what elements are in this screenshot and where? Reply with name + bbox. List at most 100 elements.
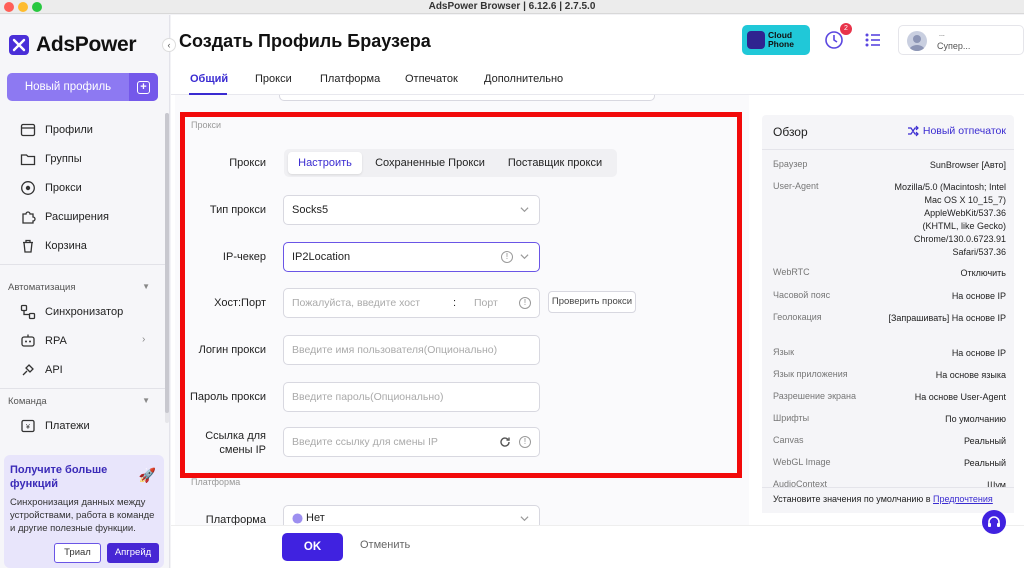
sidebar-item-label: Профили	[45, 124, 93, 136]
app-logo: AdsPower	[8, 33, 137, 57]
svg-text:¥: ¥	[26, 424, 30, 431]
ok-button[interactable]: OK	[282, 533, 343, 561]
logo-text: AdsPower	[36, 33, 137, 56]
proxy-login-input[interactable]: Введите имя пользователя(Опционально)	[283, 335, 540, 365]
new-profile-label: Новый профиль	[24, 81, 112, 93]
collapse-sidebar-button[interactable]: ‹	[162, 38, 176, 52]
info-icon[interactable]: !	[501, 251, 513, 263]
overview-value: На основе IP	[951, 291, 1006, 301]
overview-key: Шрифты	[773, 413, 810, 423]
overview-value: SunBrowser [Авто]	[929, 160, 1006, 170]
chevron-right-icon: ›	[142, 334, 146, 345]
cancel-button[interactable]: Отменить	[360, 539, 410, 551]
tab-advanced[interactable]: Дополнительно	[484, 73, 563, 85]
overview-value: Mozilla/5.0 (Macintosh; Intel Mac OS X 1…	[894, 182, 1006, 257]
puzzle-icon	[22, 211, 36, 224]
sidebar-item-synchronizer[interactable]: Синхронизатор	[20, 301, 123, 323]
upgrade-promo-card: Получите больше функций 🚀 Синхронизация …	[4, 455, 164, 568]
port-input[interactable]: Порт	[474, 297, 498, 309]
proxy-mode-provider[interactable]: Поставщик прокси	[496, 152, 614, 174]
proxy-password-input[interactable]: Введите пароль(Опционально)	[283, 382, 540, 412]
sidebar-item-label: Расширения	[45, 211, 109, 223]
user-avatar-icon	[909, 35, 925, 51]
sidebar-item-label: API	[45, 364, 63, 376]
sidebar-item-api[interactable]: API	[20, 359, 63, 381]
refresh-icon[interactable]	[499, 436, 511, 448]
sidebar-item-groups[interactable]: Группы	[20, 148, 82, 170]
new-profile-button[interactable]: Новый профиль +	[7, 73, 158, 101]
info-icon[interactable]: !	[519, 436, 531, 448]
ip-checker-value: IP2Location	[292, 251, 351, 263]
sidebar-item-label: Группы	[45, 153, 82, 165]
preferences-link[interactable]: Предпочтения	[933, 494, 993, 504]
rocket-icon: 🚀	[138, 467, 156, 483]
tab-proxy[interactable]: Прокси	[255, 73, 292, 85]
new-fingerprint-label: Новый отпечаток	[922, 125, 1006, 137]
tab-fingerprint[interactable]: Отпечаток	[405, 73, 458, 85]
tab-general[interactable]: Общий	[190, 73, 228, 85]
proxy-mode-configure[interactable]: Настроить	[288, 152, 362, 174]
ip-checker-select[interactable]: IP2Location !	[283, 242, 540, 272]
sidebar-item-rpa[interactable]: RPA	[20, 330, 67, 352]
ip-checker-label: IP-чекер	[222, 251, 266, 263]
proxy-password-label: Пароль прокси	[190, 391, 266, 403]
sidebar-section-automation[interactable]: Автоматизация ▼	[8, 282, 150, 293]
overview-key: Браузер	[773, 159, 808, 169]
overview-panel: Обзор Новый отпечаток Браузер SunBrowser…	[762, 115, 1014, 513]
sidebar-item-proxy[interactable]: Прокси	[20, 177, 82, 199]
overview-value: На основе User-Agent	[914, 392, 1006, 402]
platform-value: Нет	[306, 512, 325, 524]
check-proxy-button[interactable]: Проверить прокси	[548, 291, 636, 313]
task-list-icon[interactable]	[862, 29, 884, 51]
promo-description: Синхронизация данных между устройствами,…	[10, 497, 155, 534]
chevron-down-icon	[520, 207, 529, 213]
chevron-down-icon: ▼	[142, 396, 150, 405]
sidebar-item-extensions[interactable]: Расширения	[20, 206, 109, 228]
tab-platform[interactable]: Платформа	[320, 73, 380, 85]
trial-button[interactable]: Триал	[54, 543, 101, 563]
new-fingerprint-button[interactable]: Новый отпечаток	[907, 125, 1006, 137]
proxy-type-select[interactable]: Socks5	[283, 195, 540, 225]
sidebar-item-payments[interactable]: ¥ Платежи	[20, 415, 90, 437]
overview-key: WebRTC	[773, 267, 810, 277]
platform-section-label: Платформа	[191, 477, 241, 487]
avatar	[907, 31, 927, 51]
proxy-mode-saved[interactable]: Сохраненные Прокси	[368, 152, 492, 174]
new-profile-quick-add-button[interactable]: +	[129, 73, 158, 101]
profile-tabs: Общий Прокси Платформа Отпечаток Дополни…	[171, 65, 1024, 95]
host-port-separator: :	[453, 297, 457, 309]
host-input[interactable]: Пожалуйста, введите хост	[292, 297, 420, 309]
upgrade-button[interactable]: Апгрейд	[107, 543, 159, 563]
ip-refresh-url-input[interactable]: Введите ссылку для смены IP !	[283, 427, 540, 457]
chevron-down-icon	[520, 516, 529, 522]
proxy-type-value: Socks5	[292, 204, 329, 216]
sidebar-item-trash[interactable]: Корзина	[20, 235, 87, 257]
overview-value: На основе языка	[935, 370, 1006, 380]
overview-separator	[762, 149, 1014, 150]
notification-badge: 2	[840, 23, 852, 35]
sidebar-item-label: RPA	[45, 335, 67, 347]
overview-value: [Запрашивать] На основе IP	[888, 313, 1006, 323]
section-label: Автоматизация	[8, 282, 76, 293]
ip-refresh-url-placeholder: Введите ссылку для смены IP	[292, 436, 438, 448]
sidebar-scrollbar[interactable]	[165, 113, 169, 413]
folder-icon	[20, 154, 36, 166]
payment-icon: ¥	[21, 419, 35, 433]
trash-icon	[23, 239, 33, 253]
sidebar-divider	[0, 388, 165, 389]
info-icon[interactable]: !	[519, 297, 531, 309]
overview-key: Часовой пояс	[773, 290, 831, 300]
api-icon	[22, 364, 34, 376]
sidebar-section-team[interactable]: Команда ▼	[8, 396, 150, 407]
headset-icon	[988, 516, 1000, 527]
cloud-phone-button[interactable]: Cloud Phone	[742, 25, 810, 55]
overview-value: По умолчанию	[945, 414, 1006, 424]
overview-key: WebGL Image	[773, 457, 831, 467]
section-label: Команда	[8, 396, 47, 407]
user-account-menu[interactable]: ... Супер...	[898, 25, 1024, 55]
previous-field-edge	[279, 95, 655, 101]
sidebar-item-profiles[interactable]: Профили	[20, 119, 93, 141]
sync-icon	[20, 304, 36, 320]
sidebar-divider	[0, 264, 165, 265]
support-chat-button[interactable]	[982, 510, 1006, 534]
